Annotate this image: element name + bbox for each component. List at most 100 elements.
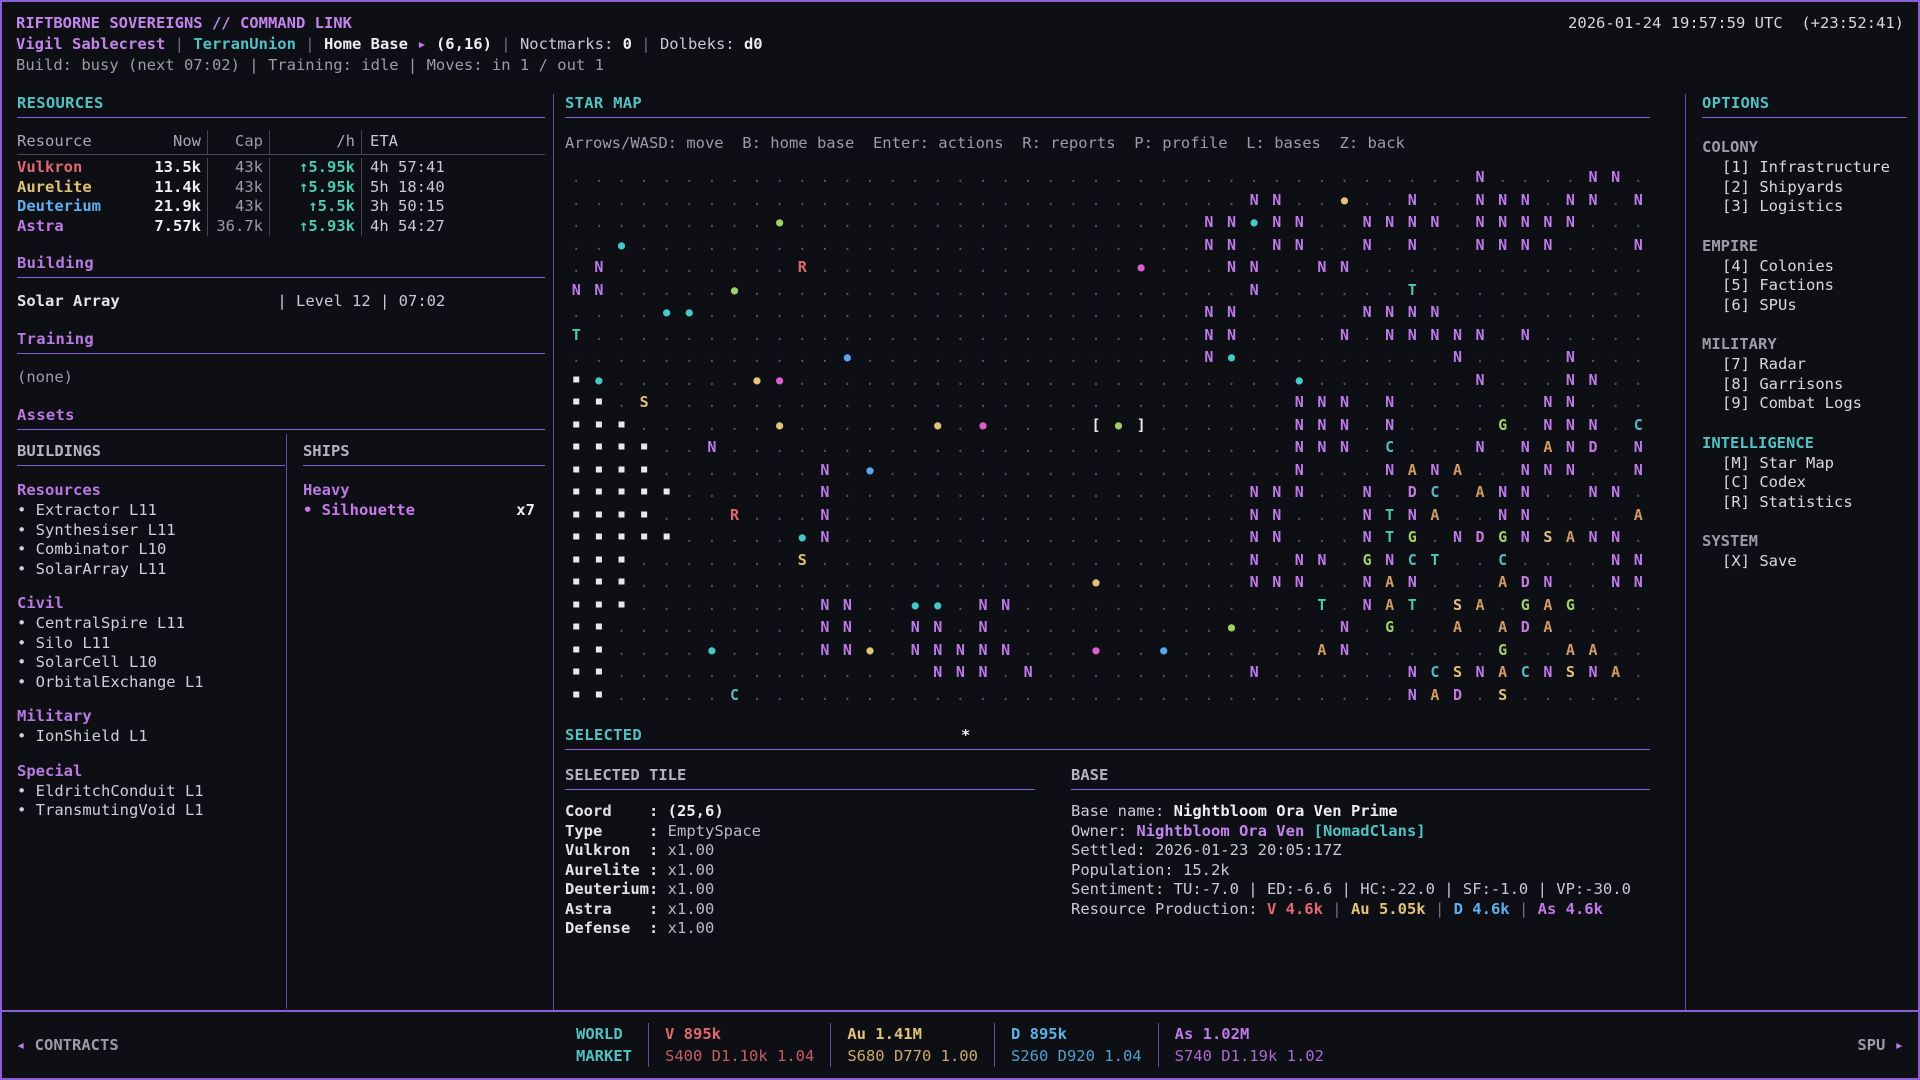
map-cell[interactable]: S [791,549,814,572]
map-cell[interactable]: C [1424,661,1447,684]
map-cell[interactable]: . [655,571,678,594]
map-cell[interactable]: . [1559,504,1582,527]
map-cell[interactable]: . [814,369,837,392]
map-cell[interactable]: N [836,616,859,639]
map-cell[interactable]: . [655,459,678,482]
map-cell[interactable]: . [1243,684,1266,707]
map-cell[interactable]: . [746,211,769,234]
map-cell[interactable]: . [1152,594,1175,617]
map-cell[interactable]: . [1198,571,1221,594]
map-cell[interactable]: . [1446,481,1469,504]
map-cell[interactable]: . [746,414,769,437]
map-cell[interactable]: N [1311,436,1334,459]
map-cell[interactable]: . [1175,256,1198,279]
map-cell[interactable]: N [1288,436,1311,459]
map-cell[interactable]: . [881,279,904,302]
map-cell[interactable]: . [678,436,701,459]
map-cell[interactable]: N [1401,234,1424,257]
map-cell[interactable]: S [633,391,656,414]
map-cell[interactable]: . [746,459,769,482]
map-cell[interactable]: . [1017,549,1040,572]
map-cell[interactable]: . [1446,436,1469,459]
map-cell[interactable]: . [927,256,950,279]
map-cell[interactable]: . [1130,504,1153,527]
map-cell[interactable]: . [1198,661,1221,684]
map-cell[interactable]: ■ [633,436,656,459]
map-cell[interactable]: . [836,436,859,459]
map-cell[interactable]: . [1582,234,1605,257]
map-cell[interactable]: . [1333,234,1356,257]
map-cell[interactable]: ■ [565,616,588,639]
map-cell[interactable]: . [1424,166,1447,189]
map-cell[interactable]: . [1085,459,1108,482]
map-cell[interactable]: N [1537,234,1560,257]
map-cell[interactable]: . [1582,504,1605,527]
map-cell[interactable]: . [1039,481,1062,504]
map-cell[interactable]: A [1559,526,1582,549]
map-cell[interactable]: . [1152,459,1175,482]
map-cell[interactable]: N [1378,414,1401,437]
map-cell[interactable]: N [1333,639,1356,662]
map-cell[interactable]: S [1446,661,1469,684]
map-cell[interactable]: . [1130,684,1153,707]
map-cell[interactable]: . [746,684,769,707]
map-cell[interactable]: N [1311,256,1334,279]
map-cell[interactable]: . [1085,436,1108,459]
map-cell[interactable]: . [1333,459,1356,482]
map-cell[interactable]: . [1220,526,1243,549]
map-cell[interactable]: . [1537,256,1560,279]
map-cell[interactable]: . [655,436,678,459]
map-cell[interactable]: . [1537,324,1560,347]
map-cell[interactable]: N [1424,459,1447,482]
map-cell[interactable]: . [678,369,701,392]
map-cell[interactable]: . [1356,616,1379,639]
map-cell[interactable]: . [723,639,746,662]
map-cell[interactable]: . [1582,256,1605,279]
map-cell[interactable]: N [1243,279,1266,302]
map-cell[interactable]: . [1514,166,1537,189]
map-cell[interactable]: ■ [565,661,588,684]
map-cell[interactable]: . [746,324,769,347]
map-cell[interactable]: . [904,211,927,234]
map-cell[interactable]: N [814,459,837,482]
map-cell[interactable]: . [1085,684,1108,707]
map-cell[interactable]: . [1514,549,1537,572]
map-cell[interactable]: . [723,324,746,347]
map-cell[interactable]: A [1627,504,1650,527]
menu-item-save[interactable]: [X] Save [1702,552,1907,572]
menu-item-combat-logs[interactable]: [9] Combat Logs [1702,394,1907,414]
map-cell[interactable]: ● [836,346,859,369]
map-cell[interactable]: N [1514,459,1537,482]
map-cell[interactable]: . [1514,301,1537,324]
map-cell[interactable]: . [678,616,701,639]
map-cell[interactable]: N [1265,526,1288,549]
map-cell[interactable]: . [1265,369,1288,392]
map-cell[interactable]: N [1582,189,1605,212]
map-cell[interactable]: . [1062,594,1085,617]
map-cell[interactable]: . [1446,211,1469,234]
map-cell[interactable]: . [927,369,950,392]
map-cell[interactable]: . [972,211,995,234]
map-cell[interactable]: ■ [588,594,611,617]
map-cell[interactable]: . [701,684,724,707]
map-cell[interactable]: . [1491,166,1514,189]
map-cell[interactable]: . [1424,369,1447,392]
map-cell[interactable]: . [1469,639,1492,662]
map-cell[interactable]: . [1062,571,1085,594]
map-cell[interactable]: A [1537,616,1560,639]
map-cell[interactable]: . [1537,481,1560,504]
map-cell[interactable]: . [723,594,746,617]
map-cell[interactable]: . [791,211,814,234]
map-cell[interactable]: . [1175,526,1198,549]
map-cell[interactable]: . [904,459,927,482]
map-cell[interactable]: . [994,189,1017,212]
map-cell[interactable]: . [1085,616,1108,639]
map-cell[interactable]: . [723,661,746,684]
map-cell[interactable]: . [814,549,837,572]
map-cell[interactable]: . [1378,481,1401,504]
map-cell[interactable]: . [1604,391,1627,414]
map-cell[interactable]: . [1311,481,1334,504]
map-cell[interactable]: N [1582,526,1605,549]
map-cell[interactable]: . [1062,324,1085,347]
map-cell[interactable]: . [1039,661,1062,684]
